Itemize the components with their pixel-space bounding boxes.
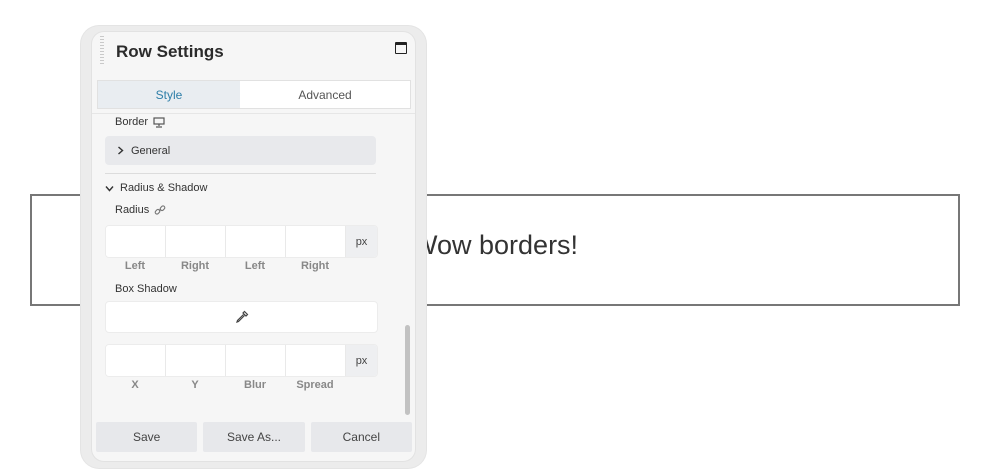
box-shadow-label: Box Shadow bbox=[115, 283, 177, 295]
panel-scrollbar[interactable] bbox=[405, 325, 410, 415]
radius-sublabels: Left Right Left Right bbox=[105, 260, 345, 272]
radius-sublabel: Right bbox=[300, 260, 330, 272]
radius-top-right-input[interactable] bbox=[166, 226, 226, 257]
radius-field-label: Radius bbox=[115, 204, 166, 216]
cancel-button[interactable]: Cancel bbox=[310, 422, 412, 452]
row-settings-panel: Row Settings Style Advanced Border Gener… bbox=[92, 32, 415, 461]
panel-footer: Save Save As... Cancel bbox=[96, 422, 412, 452]
radius-bottom-right-input[interactable] bbox=[286, 226, 346, 257]
chevron-right-icon bbox=[118, 146, 124, 155]
border-section-label: Border bbox=[115, 116, 165, 128]
radius-sublabel: Right bbox=[180, 260, 210, 272]
radius-sublabel: Left bbox=[124, 260, 146, 272]
tab-bar: Style Advanced bbox=[97, 80, 411, 109]
maximize-icon[interactable] bbox=[395, 42, 407, 54]
save-as-button[interactable]: Save As... bbox=[203, 422, 305, 452]
tab-divider bbox=[92, 113, 415, 114]
shadow-sublabels: X Y Blur Spread bbox=[105, 379, 345, 391]
section-divider bbox=[105, 173, 376, 174]
tab-style[interactable]: Style bbox=[98, 81, 240, 108]
shadow-sublabel: Blur bbox=[244, 379, 266, 391]
shadow-inputs: px bbox=[105, 344, 378, 377]
radius-bottom-left-input[interactable] bbox=[226, 226, 286, 257]
radius-inputs: px bbox=[105, 225, 378, 258]
save-button[interactable]: Save bbox=[96, 422, 198, 452]
shadow-spread-input[interactable] bbox=[286, 345, 346, 376]
shadow-unit-select[interactable]: px bbox=[346, 345, 377, 376]
panel-title: Row Settings bbox=[116, 42, 224, 61]
link-icon[interactable] bbox=[154, 204, 166, 216]
drag-handle-icon[interactable] bbox=[100, 36, 104, 64]
general-section-toggle[interactable]: General bbox=[105, 136, 376, 165]
shadow-y-input[interactable] bbox=[166, 345, 226, 376]
shadow-x-input[interactable] bbox=[106, 345, 166, 376]
radius-shadow-label: Radius & Shadow bbox=[120, 182, 208, 194]
shadow-sublabel: Spread bbox=[296, 379, 334, 391]
shadow-color-picker[interactable] bbox=[105, 301, 378, 333]
shadow-sublabel: Y bbox=[191, 379, 199, 391]
radius-label: Radius bbox=[115, 204, 150, 216]
row-text: Wow borders! bbox=[412, 230, 579, 260]
general-label: General bbox=[131, 144, 171, 157]
shadow-blur-input[interactable] bbox=[226, 345, 286, 376]
radius-unit-select[interactable]: px bbox=[346, 226, 377, 257]
chevron-down-icon bbox=[105, 185, 114, 192]
border-label: Border bbox=[115, 116, 149, 128]
radius-top-left-input[interactable] bbox=[106, 226, 166, 257]
tab-advanced[interactable]: Advanced bbox=[240, 81, 410, 108]
radius-shadow-section-toggle[interactable]: Radius & Shadow bbox=[105, 182, 207, 194]
desktop-icon[interactable] bbox=[153, 116, 165, 128]
radius-sublabel: Left bbox=[244, 260, 266, 272]
eyedropper-icon bbox=[235, 310, 248, 323]
box-shadow-field-label: Box Shadow bbox=[115, 283, 177, 295]
shadow-sublabel: X bbox=[131, 379, 139, 391]
